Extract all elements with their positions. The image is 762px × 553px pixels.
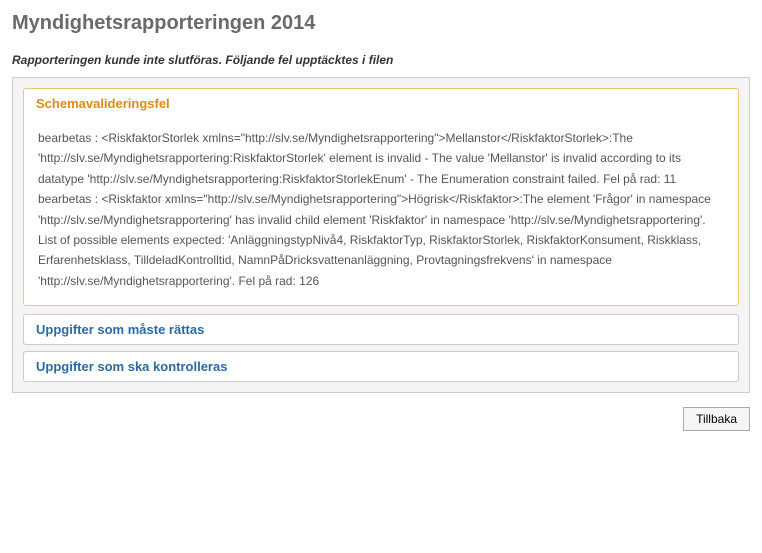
schema-validation-header[interactable]: Schemavalideringsfel xyxy=(24,89,738,118)
schema-validation-body: bearbetas : <RiskfaktorStorlek xmlns="ht… xyxy=(24,118,738,305)
should-check-panel[interactable]: Uppgifter som ska kontrolleras xyxy=(23,351,739,382)
back-button[interactable]: Tillbaka xyxy=(683,407,750,431)
error-panel: Schemavalideringsfel bearbetas : <Riskfa… xyxy=(12,77,750,393)
schema-validation-section: Schemavalideringsfel bearbetas : <Riskfa… xyxy=(23,88,739,306)
button-row: Tillbaka xyxy=(12,407,750,431)
should-check-header: Uppgifter som ska kontrolleras xyxy=(24,352,738,381)
error-intro-text: Rapporteringen kunde inte slutföras. Föl… xyxy=(12,53,750,67)
must-fix-panel[interactable]: Uppgifter som måste rättas xyxy=(23,314,739,345)
must-fix-header: Uppgifter som måste rättas xyxy=(24,315,738,344)
page-title: Myndighetsrapporteringen 2014 xyxy=(12,12,750,35)
